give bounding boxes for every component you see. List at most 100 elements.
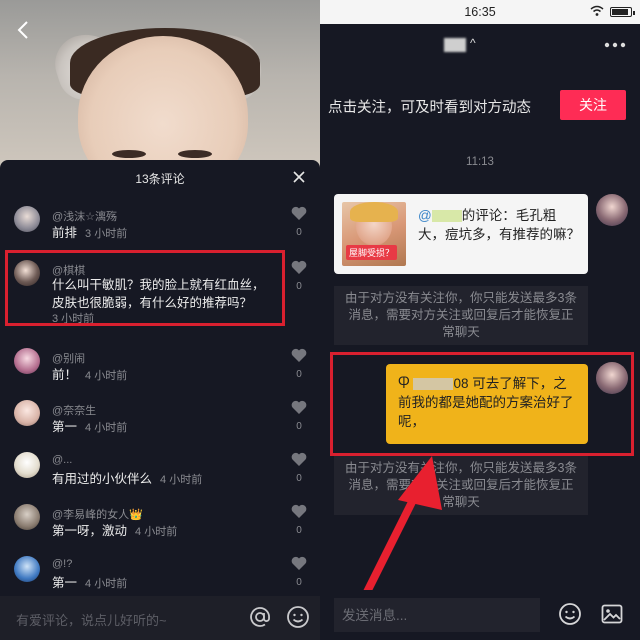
like-count: 0: [296, 577, 302, 588]
comment-username[interactable]: @浅沫☆漓殇: [52, 208, 117, 224]
comment-username[interactable]: @别闹: [52, 350, 85, 366]
message-number: 08: [453, 376, 469, 391]
comment-body: 前排: [52, 226, 78, 240]
like-button[interactable]: 0: [290, 452, 308, 484]
chat-input-bar: [320, 590, 640, 640]
comment-time: 3 小时前: [52, 313, 95, 325]
comment-body: 前！: [52, 368, 78, 382]
avatar[interactable]: [14, 206, 40, 232]
avatar[interactable]: [14, 556, 40, 582]
avatar[interactable]: [14, 452, 40, 478]
system-message: 由于对方没有关注你，你只能发送最多3条消息，需要对方关注或回复后才能恢复正常聊天: [334, 286, 588, 345]
like-count: 0: [296, 525, 302, 536]
left-panel: 13条评论 @浅沫☆漓殇 前排 3 小时前 0 @棋棋 什么叫干敏肌？我的脸上就有…: [0, 0, 320, 640]
comment-time: 4 小时前: [160, 474, 203, 486]
image-icon[interactable]: [600, 602, 624, 626]
comment-body: 第一呀，激动: [52, 524, 128, 538]
comment-username[interactable]: @奈奈生: [52, 402, 96, 418]
comment-text: 什么叫干敏肌？我的脸上就有红血丝， 皮肤也很脆弱，有什么好的推荐吗？: [52, 276, 265, 312]
comment-item[interactable]: @奈奈生 第一 4 小时前 0: [0, 396, 320, 456]
heart-icon: [291, 400, 307, 414]
shared-video-thumbnail[interactable]: 屋脚受损？: [342, 202, 406, 266]
like-count: 0: [296, 421, 302, 432]
chevron-up-icon[interactable]: ^: [470, 36, 476, 50]
comment-item[interactable]: @... 有用过的小伙伴么 4 小时前 0: [0, 448, 320, 508]
at-mention-icon[interactable]: [248, 605, 272, 629]
comment-item[interactable]: @棋棋 什么叫干敏肌？我的脸上就有红血丝， 皮肤也很脆弱，有什么好的推荐吗？ 3…: [0, 256, 320, 326]
comment-text: 前！ 4 小时前: [52, 366, 127, 385]
right-panel: 16:35 ^ 点击关注，可及时看到对方动态 关注 11:13 屋脚受损？ @ 的…: [320, 0, 640, 640]
mention-prefix: @: [418, 208, 432, 223]
like-button[interactable]: 0: [290, 260, 308, 292]
more-icon[interactable]: [604, 40, 626, 50]
like-button[interactable]: 0: [290, 348, 308, 380]
comment-time: 3 小时前: [85, 228, 128, 240]
like-button[interactable]: 0: [290, 504, 308, 536]
comment-sheet: 13条评论 @浅沫☆漓殇 前排 3 小时前 0 @棋棋 什么叫干敏肌？我的脸上就有…: [0, 160, 320, 640]
avatar[interactable]: [14, 260, 40, 286]
heart-icon: [291, 504, 307, 518]
comment-body: 第一: [52, 576, 78, 590]
avatar[interactable]: [596, 194, 628, 226]
avatar[interactable]: [14, 504, 40, 530]
comment-username[interactable]: @!?: [52, 558, 72, 570]
comment-text: 第一 4 小时前: [52, 574, 127, 593]
comment-text: 前排 3 小时前: [52, 224, 127, 243]
blurred-username: [431, 210, 462, 223]
comment-body: 第一: [52, 420, 78, 434]
back-icon[interactable]: [12, 18, 36, 42]
comment-time: 4 小时前: [85, 370, 128, 382]
like-button[interactable]: 0: [290, 556, 308, 588]
like-count: 0: [296, 227, 302, 238]
eye: [112, 150, 146, 158]
follow-prompt-bar: 点击关注，可及时看到对方动态 关注: [320, 84, 640, 128]
avatar[interactable]: [14, 348, 40, 374]
comment-input-bar: 有爱评论，说点儿好听的~: [0, 596, 320, 640]
blurred-number: [413, 378, 454, 391]
message-input[interactable]: [334, 598, 540, 632]
comment-text: 第一 4 小时前: [52, 418, 127, 437]
comment-input[interactable]: 有爱评论，说点儿好听的~: [16, 610, 167, 629]
comment-item[interactable]: @李易峰的女人👑 第一呀，激动 4 小时前 0: [0, 500, 320, 560]
comment-sheet-header: 13条评论: [0, 160, 320, 196]
heart-icon: [291, 556, 307, 570]
comment-time: 4 小时前: [85, 578, 128, 590]
avatar[interactable]: [14, 400, 40, 426]
comment-item[interactable]: @浅沫☆漓殇 前排 3 小时前 0: [0, 202, 320, 262]
message-timestamp: 11:13: [466, 156, 494, 168]
like-count: 0: [296, 281, 302, 292]
status-bar: 16:35: [320, 0, 640, 24]
like-button[interactable]: 0: [290, 400, 308, 432]
eye: [178, 150, 212, 158]
comment-body: 有用过的小伙伴么: [52, 472, 153, 486]
comment-text: 有用过的小伙伴么 4 小时前: [52, 470, 202, 489]
chat-header: ^: [320, 24, 640, 72]
close-icon[interactable]: [292, 170, 306, 184]
heart-icon: [291, 260, 307, 274]
comment-username[interactable]: @...: [52, 454, 72, 466]
wifi-icon: [590, 5, 604, 16]
heart-icon: [291, 348, 307, 362]
comment-count-title: 13条评论: [135, 171, 185, 186]
message-prefix: Ⴔ: [398, 376, 410, 391]
my-message-bubble[interactable]: Ⴔ 08 可去了解下，之前我的都是她配的方案治好了呢，: [386, 364, 588, 444]
chat-contact-name[interactable]: [444, 38, 466, 52]
follow-button[interactable]: 关注: [560, 90, 626, 120]
heart-icon: [291, 452, 307, 466]
shared-comment-card[interactable]: 屋脚受损？ @ 的评论：毛孔粗大，痘坑多，有推荐的嘛？: [334, 194, 588, 274]
avatar[interactable]: [596, 362, 628, 394]
emoji-icon[interactable]: [558, 602, 582, 626]
like-button[interactable]: 0: [290, 206, 308, 238]
follow-prompt-text: 点击关注，可及时看到对方动态: [328, 100, 531, 116]
comment-time: 4 小时前: [85, 422, 128, 434]
comment-text: 第一呀，激动 4 小时前: [52, 522, 177, 541]
shared-comment-text: @ 的评论：毛孔粗大，痘坑多，有推荐的嘛？: [418, 206, 582, 244]
like-count: 0: [296, 369, 302, 380]
thumbnail-tag: 屋脚受损？: [346, 245, 398, 260]
heart-icon: [291, 206, 307, 220]
like-count: 0: [296, 473, 302, 484]
comment-body-line1: 什么叫干敏肌？我的脸上就有红血丝，: [52, 278, 265, 292]
comment-username[interactable]: @李易峰的女人👑: [52, 506, 143, 522]
emoji-icon[interactable]: [286, 605, 310, 629]
comment-item[interactable]: @别闹 前！ 4 小时前 0: [0, 344, 320, 404]
